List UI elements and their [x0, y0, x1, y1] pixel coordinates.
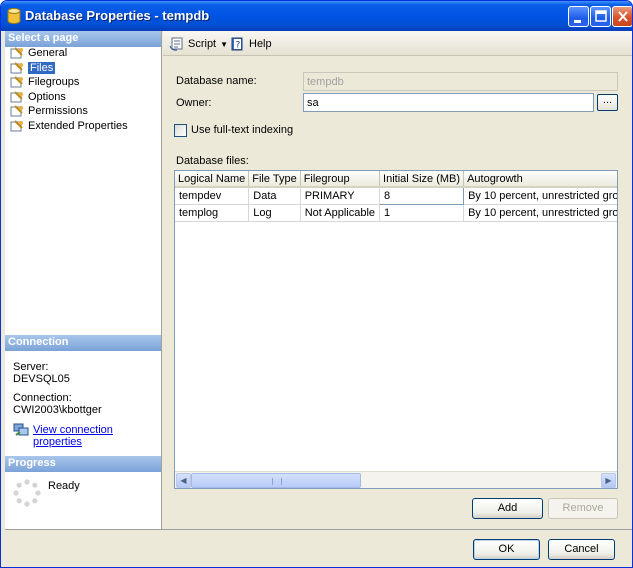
scrollbar-thumb[interactable]	[191, 473, 361, 488]
cell-logical-name[interactable]: templog	[175, 204, 250, 222]
database-files-grid[interactable]: Logical Name File Type Filegroup Initial…	[174, 170, 618, 489]
cell-filegroup[interactable]: Not Applicable	[300, 204, 381, 222]
grip-icon	[272, 478, 282, 485]
server-value: DEVSQL05	[13, 373, 70, 385]
svg-text:?: ?	[236, 41, 241, 51]
cell-autogrowth[interactable]: By 10 percent, unrestricted growth	[463, 204, 617, 222]
table-row[interactable]: templog Log Not Applicable 1 By 10 perce…	[175, 204, 617, 222]
column-header-filegroup[interactable]: Filegroup	[300, 171, 381, 188]
help-button[interactable]: ? Help	[230, 36, 272, 52]
page-item-options[interactable]: Options	[8, 90, 158, 105]
connection-value: CWI2003\kbottger	[13, 404, 102, 416]
wrench-page-icon	[10, 90, 23, 102]
fulltext-indexing-label: Use full-text indexing	[191, 124, 294, 136]
cell-file-type[interactable]: Log	[248, 204, 301, 222]
owner-field[interactable]	[303, 93, 594, 112]
table-row[interactable]: tempdev Data PRIMARY 8 By 10 percent, un…	[175, 186, 617, 205]
files-table: Logical Name File Type Filegroup Initial…	[175, 171, 617, 222]
cell-filegroup[interactable]: PRIMARY	[300, 187, 381, 205]
page-item-files[interactable]: Files	[8, 61, 158, 76]
database-icon	[7, 8, 21, 24]
owner-browse-button[interactable]: ...	[597, 94, 618, 111]
scroll-right-icon[interactable]: ▶	[601, 473, 616, 488]
page-item-filegroups[interactable]: Filegroups	[8, 75, 158, 90]
scroll-left-icon[interactable]: ◀	[176, 473, 191, 488]
wrench-page-icon	[10, 47, 23, 59]
column-header-logical-name[interactable]: Logical Name	[175, 171, 250, 188]
minimize-button[interactable]	[568, 6, 589, 27]
progress-status: Ready	[48, 480, 80, 492]
files-page-content: Database name: Owner: ... Use full-text …	[163, 57, 632, 529]
view-connection-properties-link[interactable]: View connection properties	[33, 424, 161, 448]
left-pane: Select a page General Files Filegroups O…	[5, 31, 162, 529]
page-item-permissions[interactable]: Permissions	[8, 104, 158, 119]
connection-header: Connection	[5, 335, 161, 351]
page-item-extended-properties[interactable]: Extended Properties	[8, 119, 158, 134]
cancel-button[interactable]: Cancel	[548, 539, 615, 560]
toolbar: Script ▼ ? Help	[163, 31, 632, 56]
page-item-general[interactable]: General	[8, 46, 158, 61]
table-header-row: Logical Name File Type Filegroup Initial…	[175, 171, 617, 188]
cell-initial-size[interactable]: 8	[379, 186, 465, 205]
close-window-button[interactable]	[612, 6, 632, 27]
progress-header: Progress	[5, 456, 161, 472]
owner-label: Owner:	[176, 97, 212, 109]
column-header-file-type[interactable]: File Type	[248, 171, 301, 188]
maximize-icon	[595, 10, 607, 22]
horizontal-scrollbar[interactable]: ◀ ▶	[175, 471, 617, 488]
cell-file-type[interactable]: Data	[248, 187, 301, 205]
close-icon	[618, 11, 628, 22]
progress-spinner-icon	[13, 479, 41, 507]
wrench-page-icon	[10, 105, 23, 117]
cell-logical-name[interactable]: tempdev	[175, 187, 250, 205]
dropdown-arrow-icon[interactable]: ▼	[220, 40, 228, 49]
page-list: General Files Filegroups Options Permiss…	[8, 46, 158, 133]
select-page-header: Select a page	[5, 31, 161, 47]
fulltext-indexing-checkbox[interactable]	[174, 124, 187, 137]
help-book-icon: ?	[231, 37, 243, 51]
database-name-field	[303, 72, 618, 91]
database-properties-window: Database Properties - tempdb Select a pa…	[0, 0, 633, 568]
minimize-icon	[574, 20, 581, 23]
remove-button[interactable]: Remove	[548, 498, 618, 519]
dialog-button-bar: OK Cancel	[5, 529, 632, 567]
wrench-page-icon	[10, 76, 23, 88]
script-button[interactable]: Script ▼	[169, 36, 228, 52]
title-bar[interactable]: Database Properties - tempdb	[1, 1, 632, 31]
column-header-initial-size[interactable]: Initial Size (MB)	[379, 171, 465, 188]
database-name-label: Database name:	[176, 75, 257, 87]
wrench-page-icon	[10, 61, 23, 73]
add-button[interactable]: Add	[472, 498, 543, 519]
cell-autogrowth[interactable]: By 10 percent, unrestricted growth	[463, 187, 617, 205]
maximize-button[interactable]	[590, 6, 611, 27]
database-files-label: Database files:	[176, 155, 249, 167]
cell-initial-size[interactable]: 1	[379, 204, 465, 222]
window-title: Database Properties - tempdb	[25, 8, 210, 23]
connection-properties-icon	[13, 423, 29, 436]
wrench-page-icon	[10, 119, 23, 131]
script-icon	[169, 37, 183, 51]
column-header-autogrowth[interactable]: Autogrowth	[463, 171, 617, 188]
ok-button[interactable]: OK	[473, 539, 540, 560]
